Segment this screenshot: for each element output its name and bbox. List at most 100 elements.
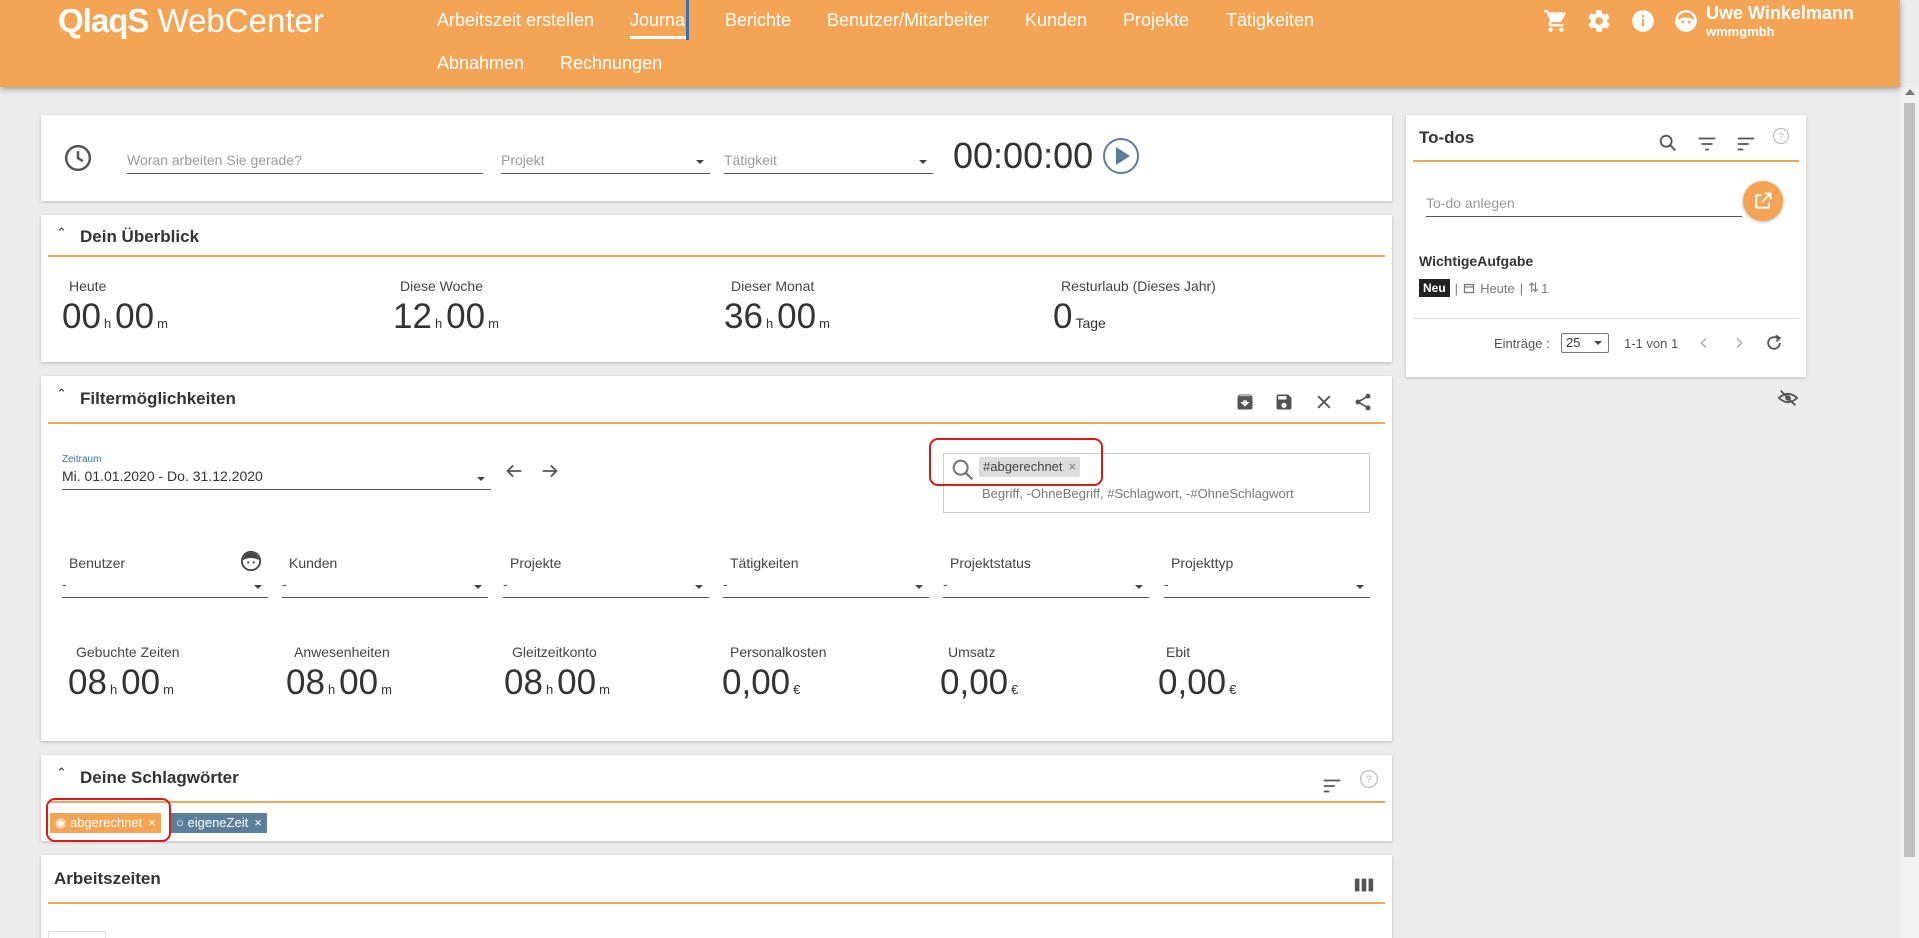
stat-value-dieser-monat: 36 h 00 m: [724, 297, 834, 337]
filter-label-benutzer: Benutzer: [69, 555, 126, 571]
share-icon[interactable]: [1353, 392, 1373, 412]
hours-unit: h: [103, 316, 112, 331]
nav-projekte[interactable]: Projekte: [1123, 10, 1189, 31]
tag-remove-icon[interactable]: ×: [254, 815, 262, 830]
timer-card: Woran arbeiten Sie gerade? Projekt Tätig…: [41, 115, 1392, 201]
eye-off-icon[interactable]: [1777, 387, 1799, 409]
minutes-unit: m: [599, 682, 610, 697]
activity-select[interactable]: Tätigkeit: [724, 152, 933, 174]
collapse-chevron-icon[interactable]: ⌃: [56, 225, 67, 241]
nav-arbeitszeit-erstellen[interactable]: Arbeitszeit erstellen: [437, 10, 594, 31]
nav-taetigkeiten[interactable]: Tätigkeiten: [1226, 10, 1314, 31]
columns-icon[interactable]: [1353, 875, 1375, 895]
list-divider: [1413, 318, 1799, 319]
user-avatar-icon[interactable]: [1673, 8, 1699, 34]
hours-unit: h: [327, 682, 336, 697]
nav-abnahmen[interactable]: Abnahmen: [437, 53, 524, 74]
eye-off-icon[interactable]: ○: [176, 815, 184, 830]
hours-value: 36: [724, 297, 763, 336]
filter-select-taetigkeiten[interactable]: -: [723, 576, 929, 598]
filter-value: -: [943, 576, 948, 592]
dropdown-arrow-icon: [919, 160, 927, 164]
stat-label-dieser-monat: Dieser Monat: [731, 278, 815, 294]
collapse-chevron-icon[interactable]: ⌃: [56, 765, 67, 781]
tag-chip-eigenezeit[interactable]: ○ eigeneZeit ×: [171, 813, 267, 833]
filter-select-projekte[interactable]: -: [503, 576, 709, 598]
close-icon[interactable]: [1314, 392, 1334, 412]
nav-berichte[interactable]: Berichte: [725, 10, 791, 31]
filter-label-taetigkeiten: Tätigkeiten: [730, 555, 799, 571]
nav-benutzer-mitarbeiter[interactable]: Benutzer/Mitarbeiter: [827, 10, 989, 31]
hours-unit: h: [109, 682, 118, 697]
todo-create-button[interactable]: [1743, 181, 1783, 221]
arrow-right-icon[interactable]: [539, 460, 561, 482]
minutes-value: 00: [339, 663, 379, 702]
total-value-gebuchte-zeiten: 08 h 00 m: [68, 663, 178, 703]
activity-select-placeholder: Tätigkeit: [724, 152, 777, 168]
total-value-umsatz: 0,00 €: [940, 663, 1022, 703]
gear-icon[interactable]: [1586, 8, 1612, 34]
info-icon[interactable]: [1630, 8, 1656, 34]
chevron-right-icon[interactable]: [1731, 335, 1747, 351]
filter-select-projektstatus[interactable]: -: [943, 576, 1149, 598]
top-nav-bar: QlaqS WebCenter Arbeitszeit erstellen Jo…: [0, 0, 1900, 87]
amount-value: 0,00: [1158, 663, 1227, 702]
filter-value: -: [282, 576, 287, 592]
filter-select-benutzer[interactable]: -: [62, 576, 268, 598]
help-icon[interactable]: ?: [1359, 769, 1379, 789]
save-icon[interactable]: [1274, 392, 1294, 412]
stat-label-diese-woche: Diese Woche: [400, 278, 484, 294]
todo-create-input[interactable]: To-do anlegen: [1426, 195, 1742, 217]
filter-label-projekttyp: Projekttyp: [1171, 555, 1234, 571]
archive-icon[interactable]: [1235, 392, 1255, 412]
table-corner: [48, 931, 106, 938]
app-logo[interactable]: QlaqS WebCenter: [58, 2, 324, 40]
dropdown-arrow-icon: [695, 585, 703, 589]
chevron-left-icon[interactable]: [1696, 335, 1712, 351]
nav-journal[interactable]: Journal: [630, 10, 690, 39]
overview-card: ⌃ Dein Überblick Heute 00 h 00 m Diese Woch…: [41, 215, 1392, 362]
arrow-left-icon[interactable]: [503, 460, 525, 482]
refresh-icon[interactable]: [1764, 333, 1784, 353]
stat-value-diese-woche: 12 h 00 m: [393, 297, 503, 337]
sort-icon[interactable]: [1321, 775, 1343, 797]
hours-unit: h: [434, 316, 443, 331]
dropdown-arrow-icon: [254, 585, 262, 589]
cart-icon[interactable]: [1543, 8, 1569, 34]
page-scrollbar[interactable]: [1900, 87, 1919, 938]
sort-icon[interactable]: [1735, 133, 1757, 155]
user-name[interactable]: Uwe Winkelmann: [1706, 3, 1854, 24]
nav-kunden[interactable]: Kunden: [1025, 10, 1087, 31]
total-label-umsatz: Umsatz: [948, 644, 996, 660]
todo-item-title[interactable]: WichtigeAufgabe: [1419, 253, 1533, 269]
overview-title[interactable]: Dein Überblick: [80, 227, 199, 247]
nav-rechnungen[interactable]: Rechnungen: [560, 53, 662, 74]
filter-title[interactable]: Filtermöglichkeiten: [80, 389, 236, 409]
filter-select-kunden[interactable]: -: [282, 576, 488, 598]
search-hint: Begriff, -OhneBegriff, #Schlagwort, -#Oh…: [982, 486, 1294, 501]
search-icon[interactable]: [1657, 132, 1679, 154]
task-description-input[interactable]: Woran arbeiten Sie gerade?: [127, 152, 483, 174]
project-select[interactable]: Projekt: [501, 152, 710, 174]
vacation-days-unit: Tage: [1075, 315, 1106, 331]
dropdown-arrow-icon: [1135, 585, 1143, 589]
filter-select-projekttyp[interactable]: -: [1164, 576, 1370, 598]
todo-subtask-count: 1: [1541, 280, 1549, 296]
timer-display: 00:00:00: [953, 135, 1094, 176]
scrollbar-thumb[interactable]: [1904, 103, 1915, 857]
user-face-icon[interactable]: [240, 550, 262, 572]
total-label-ebit: Ebit: [1166, 644, 1191, 660]
entries-label: Einträge :: [1494, 336, 1550, 351]
filter-icon[interactable]: [1696, 133, 1718, 155]
tags-title[interactable]: Deine Schlagwörter: [80, 768, 239, 788]
logo-brand: QlaqS: [58, 2, 149, 39]
period-select[interactable]: Mi. 01.01.2020 - Do. 31.12.2020: [62, 468, 491, 490]
help-icon[interactable]: ?: [1772, 127, 1790, 145]
clock-icon: [64, 144, 92, 172]
total-value-ebit: 0,00 €: [1158, 663, 1240, 703]
collapse-chevron-icon[interactable]: ⌃: [56, 386, 67, 402]
entries-per-page-select[interactable]: 25: [1561, 333, 1609, 353]
minutes-unit: m: [488, 316, 499, 331]
play-icon[interactable]: [1102, 137, 1140, 175]
scroll-up-arrow-icon[interactable]: [1905, 89, 1915, 95]
